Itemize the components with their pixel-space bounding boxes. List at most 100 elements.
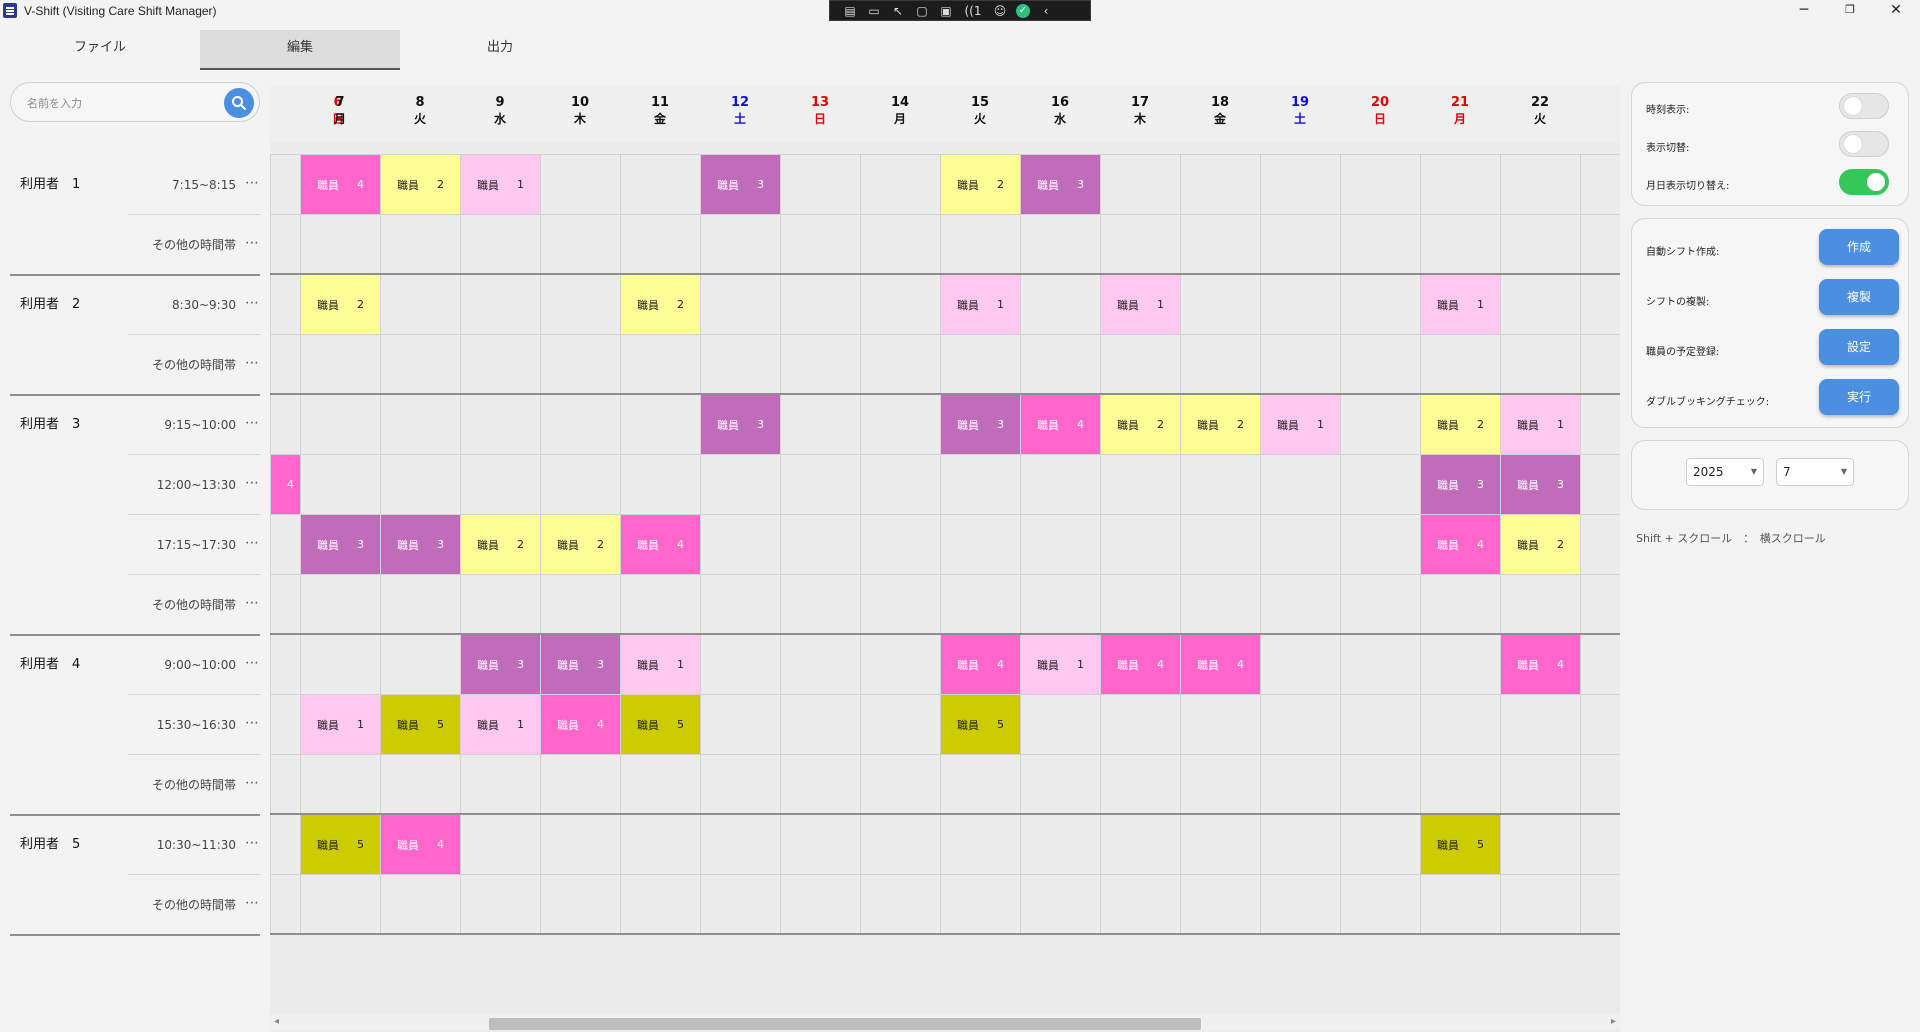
close-button[interactable]: ✕ (1873, 0, 1919, 22)
shift-cell[interactable]: 職員 1 (941, 275, 1020, 334)
shift-cell[interactable]: 職員 5 (381, 695, 460, 754)
shift-cell[interactable]: 職員 4 (941, 635, 1020, 694)
shift-cell[interactable]: 職員 4 (381, 815, 460, 874)
frame-icon[interactable]: ▢ (914, 4, 930, 18)
shift-cell[interactable]: 職員 4 (621, 515, 700, 574)
horizontal-scrollbar[interactable]: ◂ ▸ (270, 1014, 1620, 1030)
month-select[interactable]: 7 ▼ (1776, 458, 1854, 486)
more-options-icon[interactable]: ⋯ (240, 335, 264, 395)
shift-cell[interactable]: 職員 2 (301, 275, 380, 334)
scroll-left-icon[interactable]: ◂ (274, 1016, 279, 1027)
user-name[interactable]: 利用者 5 (20, 815, 80, 875)
shift-cell[interactable]: 職員 2 (941, 155, 1020, 214)
shift-cell[interactable]: 職員 5 (621, 695, 700, 754)
staff-label: 職員 (397, 178, 419, 192)
time-display-toggle[interactable] (1839, 93, 1889, 119)
year-select[interactable]: 2025 ▼ (1686, 458, 1764, 486)
date-display-toggle[interactable] (1839, 169, 1889, 195)
tab-output[interactable]: 出力 (400, 30, 600, 70)
shift-cell[interactable]: 職員 1 (301, 695, 380, 754)
doc-icon[interactable]: ▤ (842, 4, 858, 18)
more-options-icon[interactable]: ⋯ (240, 515, 264, 575)
more-options-icon[interactable]: ⋯ (240, 275, 264, 335)
user-name[interactable]: 利用者 1 (20, 155, 80, 215)
more-options-icon[interactable]: ⋯ (240, 695, 264, 755)
shift-cell[interactable]: 職員 3 (381, 515, 460, 574)
shift-cell[interactable]: 職員 4 (1501, 635, 1580, 694)
user-name[interactable]: 利用者 4 (20, 635, 80, 695)
shift-cell[interactable]: 職員 4 (541, 695, 620, 754)
shift-cell[interactable]: 職員 2 (1421, 395, 1500, 454)
scroll-right-icon[interactable]: ▸ (1611, 1016, 1616, 1027)
scroll-thumb[interactable] (489, 1018, 1201, 1030)
double-booking-button[interactable]: 実行 (1819, 379, 1899, 415)
shift-cell[interactable]: 職員 3 (1501, 455, 1580, 514)
staff-number: 2 (997, 178, 1004, 191)
search-input[interactable] (27, 93, 207, 113)
more-options-icon[interactable]: ⋯ (240, 635, 264, 695)
accessibility-icon[interactable]: ☺ (992, 4, 1008, 18)
more-options-icon[interactable]: ⋯ (240, 575, 264, 635)
shift-cell[interactable]: 職員 3 (301, 515, 380, 574)
shift-cell[interactable]: 4 (271, 455, 300, 514)
shift-cell[interactable]: 職員 4 (1021, 395, 1100, 454)
shift-cell[interactable]: 職員 2 (381, 155, 460, 214)
pointer-icon[interactable]: ↖ (890, 4, 906, 18)
tab-file[interactable]: ファイル (0, 30, 200, 70)
shift-cell[interactable]: 職員 2 (1501, 515, 1580, 574)
more-options-icon[interactable]: ⋯ (240, 875, 264, 935)
more-options-icon[interactable]: ⋯ (240, 815, 264, 875)
shift-cell[interactable]: 職員 5 (301, 815, 380, 874)
user-name[interactable]: 利用者 2 (20, 275, 80, 335)
monitor-icon[interactable]: ▣ (938, 4, 954, 18)
search-button[interactable] (224, 88, 254, 118)
display-switch-toggle[interactable] (1839, 131, 1889, 157)
shift-cell[interactable]: 職員 1 (461, 695, 540, 754)
staff-label: 職員 (1437, 298, 1459, 312)
more-options-icon[interactable]: ⋯ (240, 755, 264, 815)
shift-cell[interactable]: 職員 5 (941, 695, 1020, 754)
copy-shift-button[interactable]: 複製 (1819, 279, 1899, 315)
shift-cell[interactable]: 職員 1 (621, 635, 700, 694)
more-options-icon[interactable]: ⋯ (240, 395, 264, 455)
shift-cell[interactable]: 職員 3 (1021, 155, 1100, 214)
more-options-icon[interactable]: ⋯ (240, 455, 264, 515)
date-column-header: 22 火 (1520, 94, 1560, 128)
shift-cell[interactable]: 職員 3 (701, 395, 780, 454)
more-options-icon[interactable]: ⋯ (240, 155, 264, 215)
more-options-icon[interactable]: ⋯ (240, 215, 264, 275)
shift-cell[interactable]: 職員 5 (1421, 815, 1500, 874)
shift-cell[interactable]: 職員 4 (301, 155, 380, 214)
staff-schedule-button[interactable]: 設定 (1819, 329, 1899, 365)
shift-cell[interactable]: 職員 4 (1421, 515, 1500, 574)
signal-icon[interactable]: ((1 (962, 4, 984, 18)
maximize-button[interactable]: ❐ (1827, 0, 1873, 22)
shift-cell[interactable]: 職員 1 (1501, 395, 1580, 454)
shift-cell[interactable]: 職員 1 (1421, 275, 1500, 334)
shift-cell[interactable]: 職員 1 (1261, 395, 1340, 454)
shift-cell[interactable]: 職員 4 (1181, 635, 1260, 694)
shift-cell[interactable]: 職員 1 (1021, 635, 1100, 694)
shift-cell[interactable]: 職員 1 (1101, 275, 1180, 334)
shift-cell[interactable]: 職員 3 (941, 395, 1020, 454)
shift-cell[interactable]: 職員 3 (1421, 455, 1500, 514)
shift-cell[interactable]: 職員 3 (541, 635, 620, 694)
create-shift-button[interactable]: 作成 (1819, 229, 1899, 265)
shift-cell[interactable]: 職員 3 (461, 635, 540, 694)
user-slot-row: その他の時間帯 ⋯ (0, 875, 270, 935)
minimize-button[interactable]: ─ (1781, 0, 1827, 22)
user-name[interactable]: 利用者 3 (20, 395, 80, 455)
shift-cell[interactable]: 職員 2 (1181, 395, 1260, 454)
camera-icon[interactable]: ▭ (866, 4, 882, 18)
shift-cell[interactable]: 職員 2 (621, 275, 700, 334)
shift-cell[interactable]: 職員 2 (461, 515, 540, 574)
staff-number: 2 (517, 538, 524, 551)
shift-cell[interactable]: 職員 2 (541, 515, 620, 574)
tab-edit[interactable]: 編集 (200, 30, 400, 70)
chevron-left-icon[interactable]: ‹ (1038, 4, 1054, 18)
check-icon[interactable]: ✓ (1016, 3, 1030, 18)
shift-cell[interactable]: 職員 2 (1101, 395, 1180, 454)
shift-cell[interactable]: 職員 1 (461, 155, 540, 214)
shift-cell[interactable]: 職員 4 (1101, 635, 1180, 694)
shift-cell[interactable]: 職員 3 (701, 155, 780, 214)
